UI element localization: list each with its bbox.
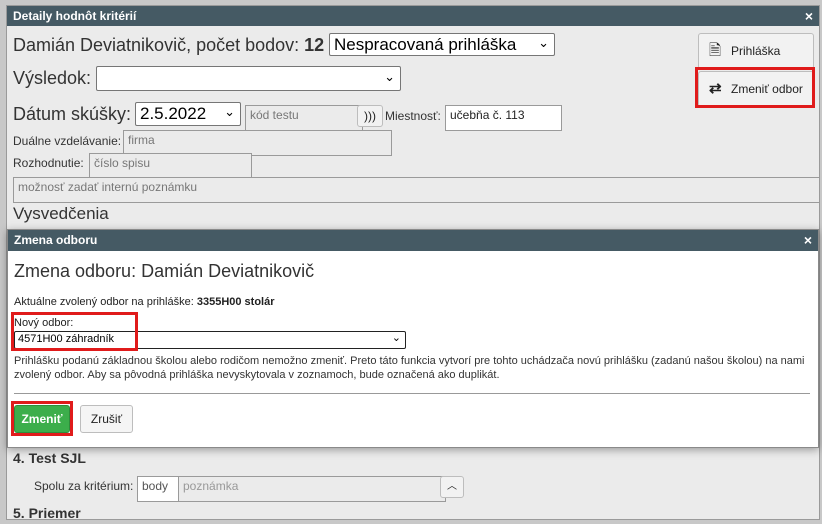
room-input[interactable]: učebňa č. 113 [445,105,562,131]
highlight-change-field [695,67,815,108]
prihlaska-button[interactable]: 🗎 Prihláška [698,33,814,69]
section-test-sjl: 4. Test SJL [13,450,86,466]
current-field-value: 3355H00 stolár [196,296,275,308]
exam-date-select[interactable]: 2.5.2022 ⌄ [135,102,241,126]
rozhodnutie-label: Rozhodnutie: [13,156,84,170]
prihlaska-label: Prihláška [731,44,781,58]
chevron-down-icon: ⌄ [384,69,395,84]
rss-icon: ))) [364,109,376,123]
exam-date-value: 2.5.2022 [140,104,207,123]
rss-button[interactable]: ))) [357,105,383,127]
chevron-down-icon: ⌄ [391,332,401,344]
status-value: Nespracovaná prihláška [334,35,517,54]
result-select[interactable]: ⌄ [96,66,401,91]
highlight-new-field [11,312,138,351]
highlight-confirm [11,401,73,436]
datum-label: Dátum skúšky: [13,104,132,124]
applicant-text: Damián Deviatnikovič, počet bodov: [13,35,300,55]
application-status-select[interactable]: Nespracovaná prihláška ⌄ [329,33,555,56]
window-title: Detaily hodnôt kritérií [13,9,137,23]
miestnost-label: Miestnosť: [385,109,441,123]
dialog-title: Zmena odboru [14,233,98,247]
points-value: 12 [304,35,325,55]
divider [14,393,810,394]
points-input[interactable]: body [137,476,183,502]
spolu-label: Spolu za kritérium: [34,479,134,493]
internal-note-input[interactable]: možnosť zadať internú poznámku [13,177,819,203]
change-field-dialog: Zmena odboru × Zmena odboru: Damián Devi… [7,229,819,448]
collapse-button[interactable]: ︿ [440,476,464,498]
test-code-input[interactable]: kód testu [245,105,363,131]
section-priemer: 5. Priemer [13,505,81,520]
document-icon: 🗎 [709,42,722,59]
decision-input[interactable]: číslo spisu [89,153,252,179]
window-titlebar: Detaily hodnôt kritérií × [7,6,819,26]
vysvedcenia-heading: Vysvedčenia [13,204,109,223]
vysledok-label: Výsledok: [13,68,92,88]
dialog-titlebar: Zmena odboru × [8,230,818,251]
chevron-down-icon: ⌄ [538,35,549,50]
chevron-down-icon: ⌄ [224,104,235,119]
close-icon[interactable]: × [805,6,813,26]
current-field-label: Aktuálne zvolený odbor na prihláške: [14,296,194,308]
chevron-up-icon: ︿ [447,481,457,492]
criterion-note-input[interactable]: poznámka [178,476,446,502]
dialog-heading: Zmena odboru: Damián Deviatnikovič [14,261,315,281]
cancel-button[interactable]: Zrušiť [80,405,133,433]
close-icon[interactable]: × [804,230,812,250]
applicant-line: Damián Deviatnikovič, počet bodov: 12 [13,35,324,56]
info-text: Prihlášku podanú základnou školou alebo … [14,355,805,381]
current-field-line: Aktuálne zvolený odbor na prihláške: 335… [14,296,275,308]
dualne-label: Duálne vzdelávanie: [13,134,122,148]
